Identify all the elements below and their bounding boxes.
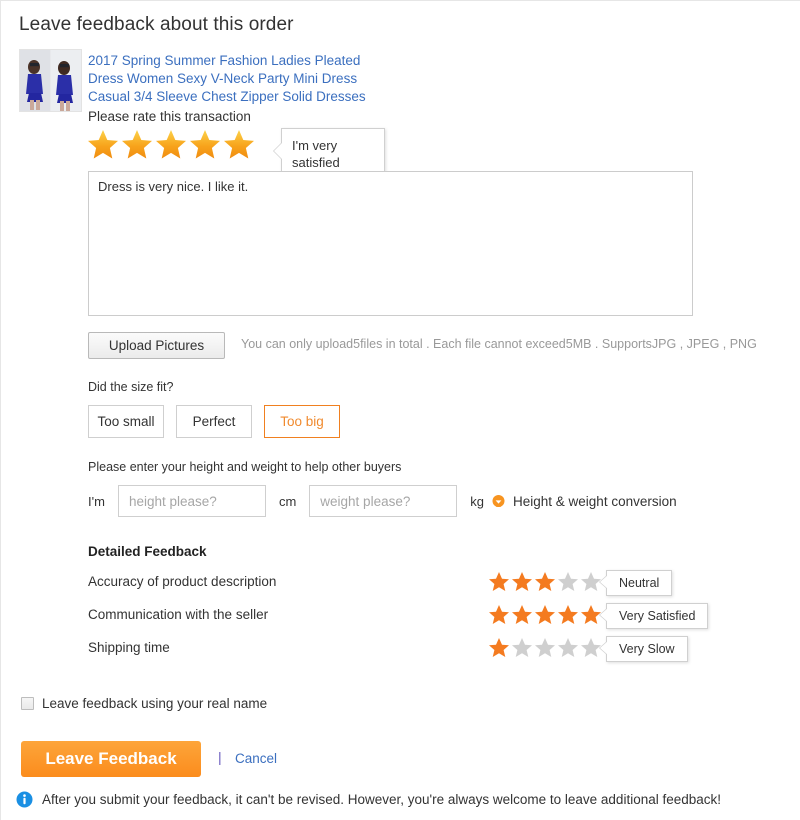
criterion-rating-stars[interactable] (488, 571, 602, 592)
page-title: Leave feedback about this order (19, 14, 294, 35)
criterion-rating-callout: Very Slow (599, 636, 688, 662)
feedback-comment-input[interactable]: Dress is very nice. I like it. (88, 171, 693, 316)
footer-note-text: After you submit your feedback, it can't… (42, 792, 722, 807)
action-separator: | (218, 749, 222, 765)
real-name-row: Leave feedback using your real name (21, 696, 267, 711)
feedback-page: Leave feedback about this order 2017 Spr… (0, 0, 800, 820)
criterion-rating-callout: Neutral (598, 570, 673, 596)
weight-input[interactable] (309, 485, 458, 517)
weight-unit-label: kg (470, 493, 485, 509)
real-name-label[interactable]: Leave feedback using your real name (42, 696, 267, 711)
height-weight-conversion-link[interactable]: Height & weight conversion (513, 494, 677, 509)
info-icon (16, 791, 33, 808)
height-input[interactable] (117, 485, 266, 517)
star-icon (535, 638, 555, 657)
criterion-label: Shipping time (88, 640, 170, 655)
star-icon (489, 572, 509, 591)
size-option-too-big[interactable]: Too big (264, 405, 340, 438)
size-fit-question: Did the size fit? (88, 380, 174, 394)
detailed-feedback-row: Shipping time Very Slow (88, 636, 728, 670)
product-thumbnail-image[interactable] (19, 49, 82, 112)
star-icon (88, 130, 118, 159)
star-icon (558, 605, 578, 624)
criterion-rating-stars[interactable] (488, 637, 602, 658)
height-weight-prefix: I'm (88, 493, 105, 509)
detailed-feedback-row: Accuracy of product description Neutral (88, 570, 728, 604)
footer-note: After you submit your feedback, it can't… (16, 791, 721, 808)
size-option-too-small[interactable]: Too small (88, 405, 164, 438)
star-icon (558, 572, 578, 591)
star-icon (190, 130, 220, 159)
rate-transaction-label: Please rate this transaction (88, 109, 251, 124)
size-fit-options: Too small Perfect Too big (88, 405, 340, 438)
criterion-rating-callout: Very Satisfied (598, 603, 709, 629)
detailed-feedback-list: Accuracy of product description Neutral … (88, 570, 728, 670)
height-weight-label: Please enter your height and weight to h… (88, 460, 402, 474)
upload-hint-text: You can only upload5files in total . Eac… (241, 337, 757, 351)
height-weight-row: I'm cm kg Height & weight conversion (88, 485, 677, 517)
detailed-feedback-title: Detailed Feedback (88, 544, 207, 559)
star-icon (489, 638, 509, 657)
star-icon (156, 130, 186, 159)
star-icon (489, 605, 509, 624)
star-icon (512, 572, 532, 591)
star-icon (224, 130, 254, 159)
product-title-link[interactable]: 2017 Spring Summer Fashion Ladies Pleate… (88, 52, 388, 106)
star-icon (122, 130, 152, 159)
detailed-feedback-row: Communication with the seller Very Satis… (88, 603, 728, 637)
criterion-label: Accuracy of product description (88, 574, 277, 589)
criterion-rating-stars[interactable] (488, 604, 602, 625)
size-option-perfect[interactable]: Perfect (176, 405, 252, 438)
criterion-label: Communication with the seller (88, 607, 269, 622)
lightbulb-icon (491, 494, 506, 509)
star-icon (535, 605, 555, 624)
star-icon (558, 638, 578, 657)
height-unit-label: cm (278, 493, 297, 509)
leave-feedback-button[interactable]: Leave Feedback (21, 741, 201, 777)
star-icon (512, 638, 532, 657)
upload-pictures-button[interactable]: Upload Pictures (88, 332, 225, 359)
star-icon (535, 572, 555, 591)
transaction-rating-stars[interactable] (87, 129, 255, 160)
cancel-link[interactable]: Cancel (235, 751, 277, 766)
star-icon (512, 605, 532, 624)
real-name-checkbox[interactable] (21, 697, 34, 710)
